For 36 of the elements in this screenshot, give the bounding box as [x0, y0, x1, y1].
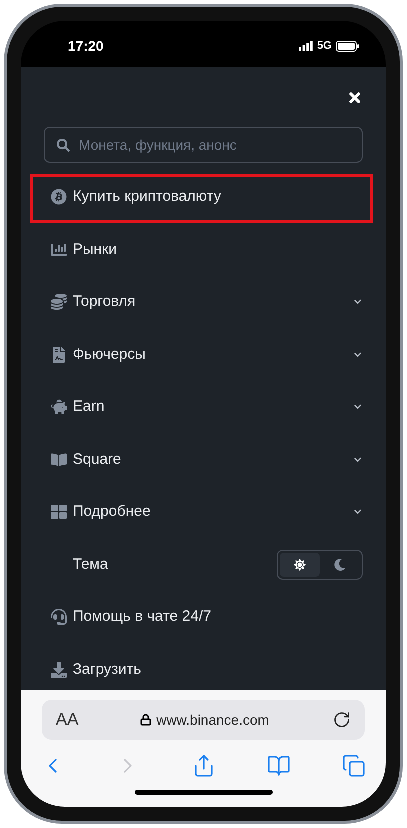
menu-item[interactable]: Помощь в чате 24/7: [51, 599, 362, 636]
search-icon: [57, 138, 70, 152]
menu-item[interactable]: Подробнее: [51, 494, 362, 530]
piggy-bank-icon: [51, 399, 67, 416]
battery-icon: [336, 40, 360, 52]
headset-icon: [51, 609, 67, 626]
coin-icon: [51, 189, 67, 206]
moon-icon: [334, 558, 346, 571]
sun-icon: [294, 558, 306, 571]
text-size-button[interactable]: AA: [56, 707, 96, 733]
menu-item[interactable]: Торговля: [51, 284, 362, 320]
close-icon[interactable]: [347, 90, 363, 106]
download-icon: [51, 662, 67, 678]
menu-item[interactable]: Square: [51, 442, 362, 478]
menu-item[interactable]: Earn: [51, 389, 362, 426]
menu-item[interactable]: Загрузить: [51, 652, 362, 688]
network-label: 5G: [317, 38, 332, 54]
address-bar[interactable]: AA www.binance.com: [42, 700, 365, 740]
menu-item[interactable]: Купить криптовалюту: [51, 179, 362, 216]
book-icon: [51, 452, 67, 468]
document-icon: [51, 346, 67, 363]
grid-icon: [51, 504, 67, 520]
theme-label: Тема: [73, 554, 110, 574]
tabs-icon[interactable]: [342, 754, 366, 778]
search-field[interactable]: Монета, функция, анонс: [44, 127, 363, 163]
status-time: 17:20: [68, 36, 104, 56]
url-text: www.binance.com: [156, 710, 270, 730]
book-icon[interactable]: [266, 754, 291, 778]
light-theme-button[interactable]: [280, 552, 320, 577]
menu-item[interactable]: Рынки: [51, 232, 362, 268]
lock-icon: [140, 714, 152, 726]
signal-icon: [299, 41, 314, 51]
menu-item[interactable]: Фьючерсы: [51, 336, 362, 373]
reload-icon[interactable]: [333, 711, 351, 729]
bar-chart-icon: [51, 242, 67, 258]
coins-icon: [51, 294, 67, 310]
